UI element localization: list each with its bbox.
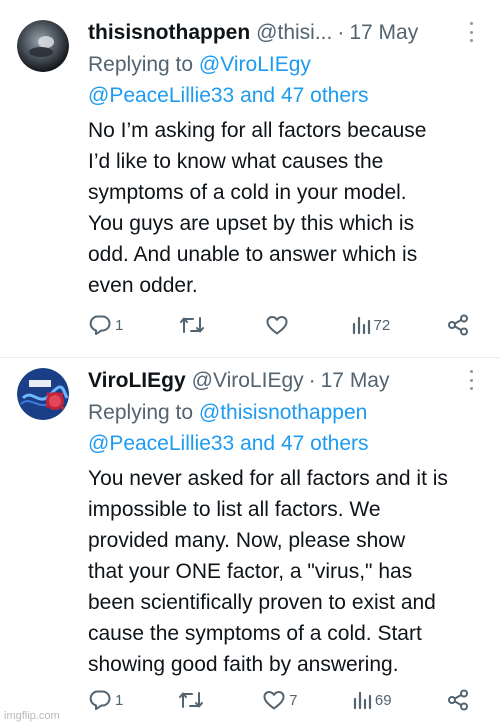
like-button[interactable]: 7: [262, 689, 298, 711]
reply-count: 1: [115, 316, 124, 334]
display-name[interactable]: ViroLIEgy: [88, 369, 186, 393]
action-bar: 1 7 69: [88, 685, 476, 715]
retweet-button[interactable]: [179, 314, 209, 336]
share-icon: [448, 689, 468, 711]
share-button[interactable]: [446, 313, 476, 337]
like-icon: [266, 316, 288, 335]
like-button[interactable]: [265, 314, 295, 336]
retweet-icon: [180, 317, 205, 333]
more-icon[interactable]: [468, 370, 474, 390]
more-icon[interactable]: [468, 22, 474, 42]
tweet-date[interactable]: 17 May: [321, 369, 390, 393]
reply-icon: [89, 315, 111, 336]
views-button[interactable]: 72: [351, 315, 391, 335]
mention-others-link[interactable]: @PeaceLillie33 and 47 others: [88, 84, 369, 107]
watermark: imgflip.com: [4, 710, 60, 722]
avatar-thisisnothappen[interactable]: [17, 20, 69, 72]
tweet-text: You never asked for all factors and it i…: [88, 467, 448, 676]
retweet-button[interactable]: [178, 689, 208, 711]
like-count: 7: [289, 691, 298, 709]
tweet-1[interactable]: thisisnothappen @thisi... · 17 May Reply…: [0, 0, 500, 358]
mention-link[interactable]: @ViroLIEgy: [199, 53, 311, 76]
retweet-icon: [178, 692, 203, 708]
view-count: 72: [373, 316, 391, 334]
reply-count: 1: [115, 691, 124, 709]
replying-to: Replying to @thisisnothappen @PeaceLilli…: [88, 397, 488, 459]
separator-dot: ·: [337, 20, 345, 44]
mention-others-link[interactable]: @PeaceLillie33 and 47 others: [88, 432, 369, 455]
view-count: 69: [374, 691, 392, 709]
reply-button[interactable]: 1: [88, 689, 123, 711]
views-icon: [352, 316, 370, 335]
tweet-2[interactable]: ViroLIEgy @ViroLIEgy · 17 May Replying t…: [0, 358, 500, 725]
replying-prefix: Replying to: [88, 53, 194, 76]
reply-button[interactable]: 1: [88, 314, 123, 336]
display-name[interactable]: thisisnothappen: [88, 21, 250, 45]
reply-icon: [89, 690, 111, 711]
share-icon: [447, 314, 468, 336]
tweet-text: No I’m asking for all factors because I’…: [88, 119, 427, 297]
tweet-header: ViroLIEgy @ViroLIEgy · 17 May: [88, 364, 488, 397]
user-handle[interactable]: @ViroLIEgy: [192, 369, 304, 393]
user-handle[interactable]: @thisi...: [256, 21, 332, 45]
like-icon: [263, 691, 285, 710]
mention-link[interactable]: @thisisnothappen: [199, 401, 367, 424]
replying-to: Replying to @ViroLIEgy @PeaceLillie33 an…: [88, 49, 488, 111]
tweet-date[interactable]: 17 May: [349, 21, 418, 45]
views-button[interactable]: 69: [352, 690, 392, 710]
share-button[interactable]: [446, 688, 476, 712]
replying-prefix: Replying to: [88, 401, 194, 424]
tweet-header: thisisnothappen @thisi... · 17 May: [88, 16, 488, 49]
separator-dot: ·: [308, 368, 316, 392]
views-icon: [353, 691, 372, 710]
action-bar: 1 72: [88, 310, 476, 340]
avatar-virolieegy[interactable]: [17, 368, 69, 420]
